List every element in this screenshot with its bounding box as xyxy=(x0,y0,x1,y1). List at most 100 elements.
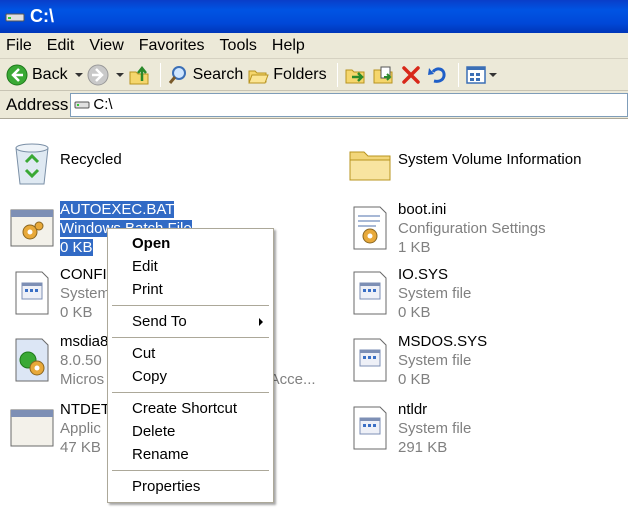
delete-button[interactable] xyxy=(400,61,422,89)
back-button[interactable]: Back xyxy=(6,61,83,89)
views-dropdown-icon[interactable] xyxy=(488,72,497,77)
forward-button[interactable] xyxy=(87,61,124,89)
file-item-ntldr[interactable]: ntldr System file 291 KB xyxy=(346,400,626,460)
views-button[interactable] xyxy=(465,61,497,89)
file-item-recycled[interactable]: Recycled xyxy=(8,136,308,196)
file-size: 0 KB xyxy=(398,371,431,388)
file-type: 8.0.50 xyxy=(60,352,102,369)
forward-arrow-icon xyxy=(87,64,109,85)
file-name: boot.ini xyxy=(398,201,447,218)
toolbar: Back Search Folders xyxy=(0,59,628,91)
search-icon xyxy=(168,65,186,84)
file-list[interactable]: Recycled System Volume Information AUTOE… xyxy=(0,120,628,528)
file-size: 1 KB xyxy=(398,239,431,256)
context-send-to-label: Send To xyxy=(132,313,187,330)
context-delete[interactable]: Delete xyxy=(110,420,271,443)
back-dropdown-icon[interactable] xyxy=(74,72,83,77)
menu-tools[interactable]: Tools xyxy=(220,37,257,55)
file-size: 0 KB xyxy=(398,304,431,321)
file-item-boot-ini[interactable]: boot.ini Configuration Settings 1 KB xyxy=(346,200,626,260)
menu-separator xyxy=(112,392,269,393)
toolbar-separator xyxy=(159,62,161,87)
file-name: MSDOS.SYS xyxy=(398,333,488,350)
undo-button[interactable] xyxy=(426,61,448,89)
address-label: Address xyxy=(6,94,69,114)
back-arrow-icon xyxy=(6,64,28,85)
menu-view[interactable]: View xyxy=(89,37,123,55)
file-name: Recycled xyxy=(60,151,122,168)
delete-x-icon xyxy=(401,65,420,84)
copy-to-button[interactable] xyxy=(372,61,396,89)
context-edit[interactable]: Edit xyxy=(110,255,271,278)
context-copy[interactable]: Copy xyxy=(110,365,271,388)
file-type: System xyxy=(60,285,111,302)
context-send-to[interactable]: Send To xyxy=(110,310,271,333)
file-name: IO.SYS xyxy=(398,266,449,283)
system-file-icon xyxy=(353,271,387,315)
file-size: 0 KB xyxy=(60,239,93,256)
system-file-icon xyxy=(353,338,387,382)
drive-icon xyxy=(74,101,90,108)
file-size: 291 KB xyxy=(398,439,448,456)
menu-file[interactable]: File xyxy=(6,37,32,55)
search-label: Search xyxy=(192,65,244,83)
toolbar-separator xyxy=(336,62,338,87)
folders-icon xyxy=(248,70,270,83)
folder-icon xyxy=(349,151,391,181)
context-properties[interactable]: Properties xyxy=(110,475,271,498)
title-bar[interactable]: C:\ xyxy=(0,0,628,33)
context-rename[interactable]: Rename xyxy=(110,443,271,466)
menu-bar: File Edit View Favorites Tools Help xyxy=(0,33,628,59)
undo-icon xyxy=(427,66,446,83)
search-button[interactable]: Search xyxy=(167,61,244,89)
move-to-button[interactable] xyxy=(344,61,368,89)
file-item-msdos-sys[interactable]: MSDOS.SYS System file 0 KB xyxy=(346,332,626,392)
menu-separator xyxy=(112,305,269,306)
context-print[interactable]: Print xyxy=(110,278,271,301)
file-name: CONFI xyxy=(60,266,107,283)
recycle-bin-icon xyxy=(15,143,49,185)
menu-separator xyxy=(112,337,269,338)
address-input[interactable]: C:\ xyxy=(70,92,628,117)
folders-label: Folders xyxy=(273,65,327,83)
menu-help[interactable]: Help xyxy=(272,37,305,55)
up-folder-icon xyxy=(129,65,149,84)
file-size: Micros xyxy=(60,371,105,388)
back-label: Back xyxy=(32,65,68,83)
address-value: C:\ xyxy=(93,96,113,113)
forward-dropdown-icon[interactable] xyxy=(115,72,124,77)
file-name: msdia8 xyxy=(60,333,109,350)
system-file-icon xyxy=(15,271,49,315)
views-icon xyxy=(465,65,486,84)
move-to-icon xyxy=(345,69,365,83)
config-file-icon xyxy=(353,206,387,250)
context-cut[interactable]: Cut xyxy=(110,342,271,365)
context-open[interactable]: Open xyxy=(110,232,271,255)
application-icon xyxy=(10,409,54,447)
system-file-icon xyxy=(353,406,387,450)
file-name: AUTOEXEC.BAT xyxy=(60,201,175,218)
file-item-system-volume-information[interactable]: System Volume Information xyxy=(346,136,626,196)
folders-button[interactable]: Folders xyxy=(247,61,327,89)
file-type: Applic xyxy=(60,420,101,437)
menu-favorites[interactable]: Favorites xyxy=(139,37,205,55)
copy-to-icon xyxy=(373,66,393,83)
batch-file-icon xyxy=(10,209,54,247)
up-folder-button[interactable] xyxy=(128,61,150,89)
file-size: 0 KB xyxy=(60,304,93,321)
toolbar-separator xyxy=(457,62,459,87)
file-size: 47 KB xyxy=(60,439,101,456)
file-name: NTDET xyxy=(60,401,110,418)
address-bar: Address C:\ xyxy=(0,91,628,119)
submenu-arrow-icon xyxy=(259,318,263,326)
dll-file-icon xyxy=(15,338,49,382)
menu-edit[interactable]: Edit xyxy=(47,37,75,55)
file-name: System Volume Information xyxy=(398,151,582,168)
drive-icon xyxy=(5,13,25,21)
file-type: System file xyxy=(398,352,472,369)
file-type: System file xyxy=(398,420,472,437)
file-type: Configuration Settings xyxy=(398,220,546,237)
context-create-shortcut[interactable]: Create Shortcut xyxy=(110,397,271,420)
file-item-io-sys[interactable]: IO.SYS System file 0 KB xyxy=(346,265,626,325)
menu-separator xyxy=(112,470,269,471)
